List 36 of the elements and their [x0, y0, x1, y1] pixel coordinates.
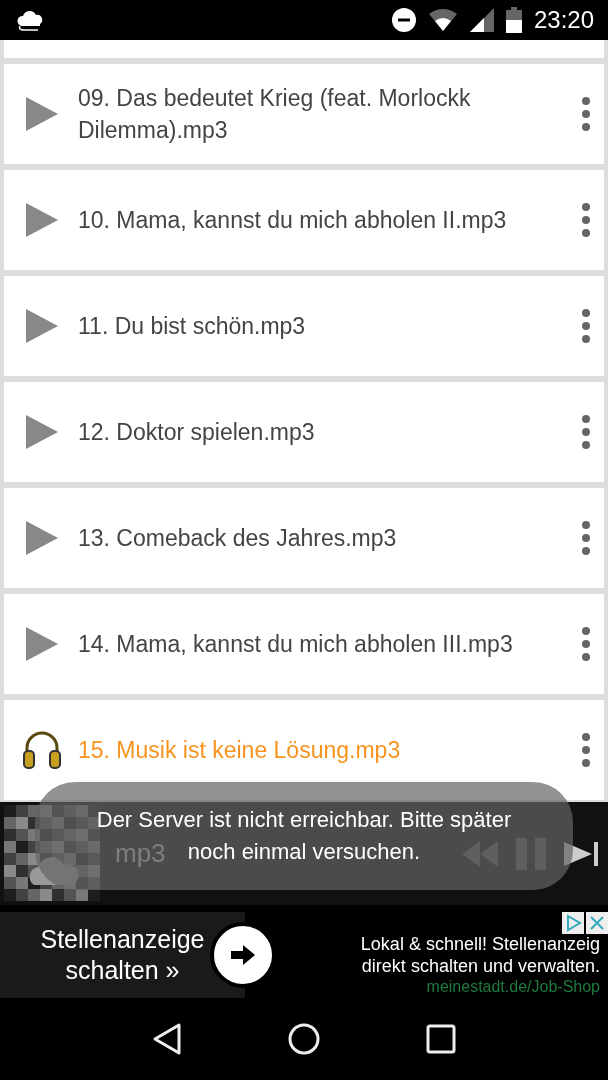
battery-icon: [505, 7, 522, 33]
recents-icon[interactable]: [425, 1024, 456, 1054]
do-not-disturb-icon: [391, 8, 416, 32]
track-row[interactable]: 14. Mama, kannst du mich abholen III.mp3: [4, 594, 604, 694]
track-row[interactable]: 13. Comeback des Jahres.mp3: [4, 488, 604, 588]
more-options-icon[interactable]: [580, 626, 592, 662]
ad-link[interactable]: meinestadt.de/Job-Shop: [426, 977, 600, 997]
track-row[interactable]: 11. Du bist schön.mp3: [4, 276, 604, 376]
more-options-icon[interactable]: [580, 308, 592, 344]
track-row[interactable]: 10. Mama, kannst du mich abholen II.mp3: [4, 170, 604, 270]
headphones-icon: [22, 730, 62, 770]
track-title: 14. Mama, kannst du mich abholen III.mp3: [78, 629, 514, 659]
ad-banner[interactable]: Stellenanzeige schalten » Lokal & schnell! Stellenanzeig direkt schalten und verwalten. meinestadt.de/Job-Shop: [0, 912, 608, 998]
track-title: 13. Comeback des Jahres.mp3: [78, 523, 398, 553]
home-icon[interactable]: [287, 1022, 321, 1056]
track-row[interactable]: 12. Doktor spielen.mp3: [4, 382, 604, 482]
more-options-icon[interactable]: [580, 520, 592, 556]
more-options-icon[interactable]: [580, 414, 592, 450]
track-title: 11. Du bist schön.mp3: [78, 311, 307, 341]
more-options-icon[interactable]: [580, 732, 592, 768]
more-options-icon[interactable]: [580, 96, 592, 132]
ad-text: schalten »: [65, 955, 180, 986]
signal-icon: [469, 8, 494, 32]
track-title: 15. Musik ist keine Lösung.mp3: [78, 735, 402, 765]
ad-text: Stellenanzeige: [40, 923, 205, 955]
clock: 23:20: [533, 5, 594, 35]
arrow-icon: [231, 945, 255, 965]
track-title: 09. Das bedeutet Krieg (feat. Morlockk Dilemma).mp3: [78, 83, 472, 145]
track-title: 12. Doktor spielen.mp3: [78, 417, 316, 447]
back-icon[interactable]: [152, 1022, 183, 1056]
ad-headline: Lokal & schnell! Stellenanzeig: [360, 934, 600, 956]
track-row[interactable]: 09. Das bedeutet Krieg (feat. Morlockk Dilemma).mp3: [4, 64, 604, 164]
ad-text: direkt schalten und verwalten.: [361, 955, 600, 978]
more-options-icon[interactable]: [580, 202, 592, 238]
wifi-icon: [427, 8, 458, 32]
track-title: 10. Mama, kannst du mich abholen II.mp3: [78, 205, 508, 235]
